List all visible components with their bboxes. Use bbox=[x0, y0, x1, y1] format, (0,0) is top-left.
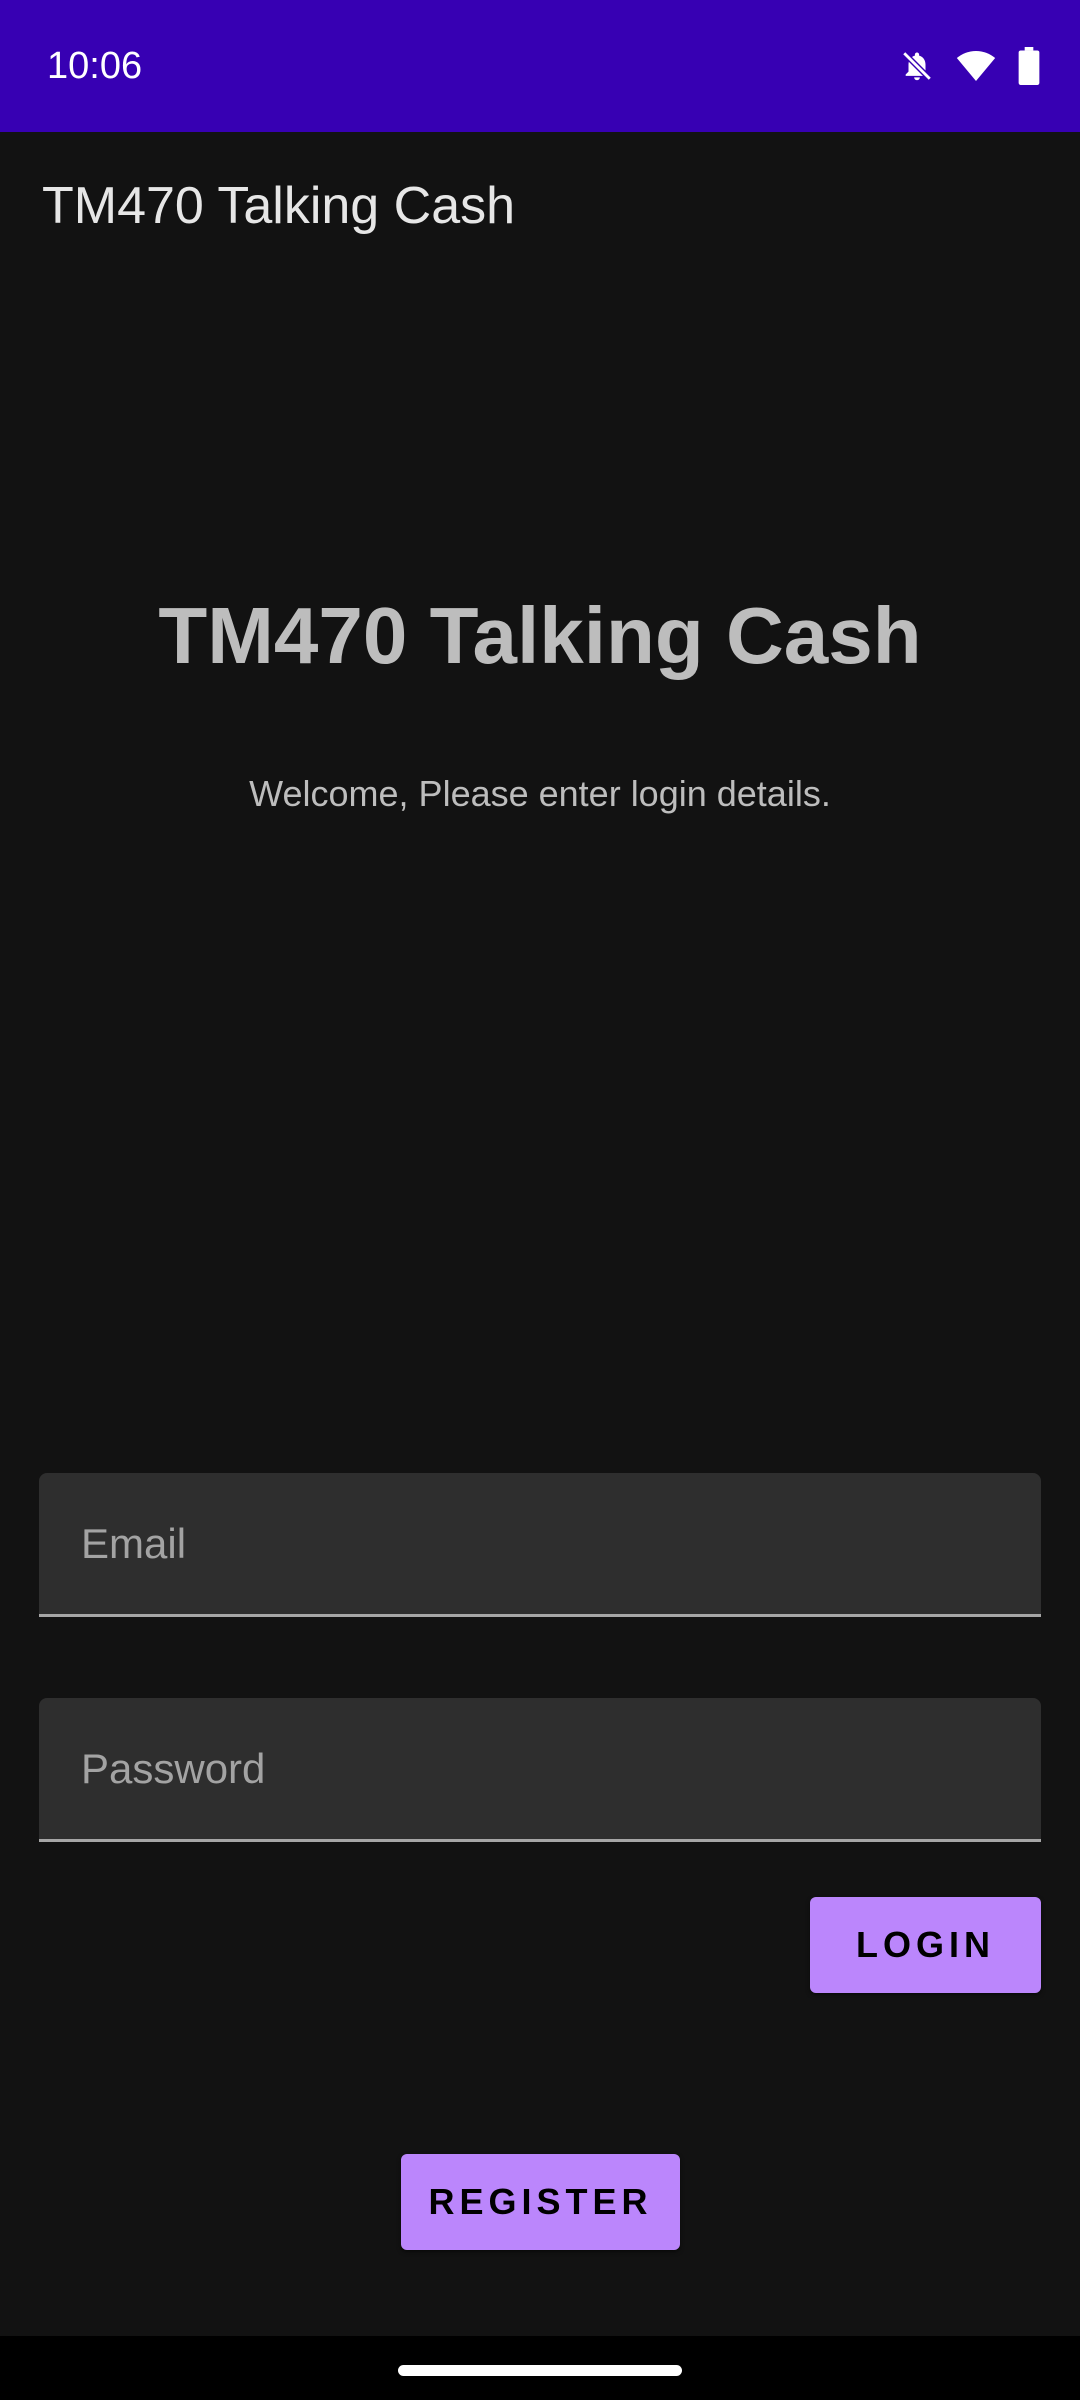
home-indicator[interactable] bbox=[398, 2365, 682, 2376]
welcome-message: Welcome, Please enter login details. bbox=[249, 773, 831, 814]
email-field[interactable] bbox=[39, 1473, 1041, 1617]
email-input[interactable] bbox=[81, 1473, 1001, 1614]
password-field[interactable] bbox=[39, 1698, 1041, 1842]
login-screen: 10:06 TM470 Talking Cash TM470 Talking C… bbox=[0, 0, 1080, 2400]
status-time: 10:06 bbox=[47, 45, 143, 87]
login-button[interactable]: LOGIN bbox=[810, 1897, 1041, 1993]
hero-title: TM470 Talking Cash bbox=[158, 591, 922, 680]
status-bar: 10:06 bbox=[0, 0, 1080, 132]
wifi-icon bbox=[956, 49, 996, 83]
register-button[interactable]: REGISTER bbox=[401, 2154, 680, 2250]
password-input[interactable] bbox=[81, 1698, 1001, 1839]
status-icons bbox=[900, 44, 1040, 88]
app-bar-title: TM470 Talking Cash bbox=[42, 177, 516, 235]
notifications-off-icon bbox=[900, 47, 934, 85]
battery-icon bbox=[1018, 47, 1040, 85]
